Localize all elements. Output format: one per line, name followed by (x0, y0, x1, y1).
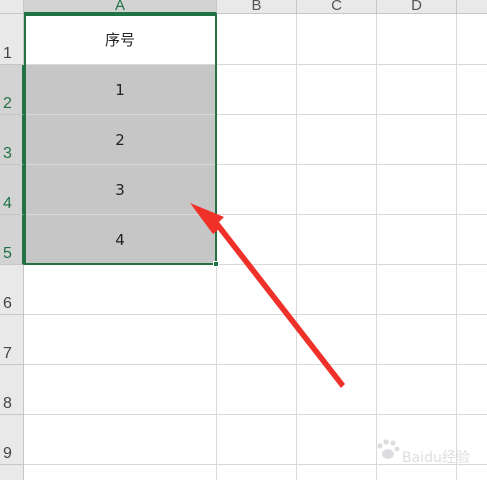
column-header-b[interactable]: B (217, 0, 297, 14)
select-all-corner[interactable] (0, 0, 24, 14)
cell-a10[interactable] (24, 465, 217, 480)
row-header-1[interactable]: 1 (0, 14, 24, 65)
row-header-4-label: 4 (3, 195, 12, 212)
cell-e5[interactable] (457, 215, 487, 265)
cell-c10[interactable] (297, 465, 377, 480)
row-header-7[interactable]: 7 (0, 315, 24, 365)
spreadsheet-grid: A B C D 1 2 3 4 5 6 7 8 9 序号 1 2 3 4 Bai… (0, 0, 487, 480)
column-header-c[interactable]: C (297, 0, 377, 14)
cell-a1[interactable]: 序号 (24, 14, 217, 65)
row-header-2-label: 2 (3, 95, 12, 112)
cell-a6[interactable] (24, 265, 217, 315)
cell-c6[interactable] (297, 265, 377, 315)
cell-c5[interactable] (297, 215, 377, 265)
row-header-4[interactable]: 4 (0, 165, 24, 215)
watermark-text: Baidu经验 (402, 450, 470, 466)
cell-d4[interactable] (377, 165, 457, 215)
cell-e8[interactable] (457, 365, 487, 415)
cell-d8[interactable] (377, 365, 457, 415)
row-header-2[interactable]: 2 (0, 65, 24, 115)
cell-a4[interactable]: 3 (24, 165, 217, 215)
row-header-3[interactable]: 3 (0, 115, 24, 165)
cell-c9[interactable] (297, 415, 377, 465)
cell-e7[interactable] (457, 315, 487, 365)
cell-b8[interactable] (217, 365, 297, 415)
cell-a7[interactable] (24, 315, 217, 365)
cell-e4[interactable] (457, 165, 487, 215)
cell-c8[interactable] (297, 365, 377, 415)
row-header-9-label: 9 (3, 445, 12, 462)
column-header-d[interactable]: D (377, 0, 457, 14)
cell-d2[interactable] (377, 65, 457, 115)
cell-b2[interactable] (217, 65, 297, 115)
fill-handle[interactable] (213, 261, 219, 267)
row-header-6-label: 6 (3, 295, 12, 312)
baidu-paw-icon: Baidu经验 (377, 439, 470, 466)
cell-b7[interactable] (217, 315, 297, 365)
cell-b4[interactable] (217, 165, 297, 215)
cell-b3[interactable] (217, 115, 297, 165)
cell-d5[interactable] (377, 215, 457, 265)
row-header-5[interactable]: 5 (0, 215, 24, 265)
cell-e6[interactable] (457, 265, 487, 315)
cell-b9[interactable] (217, 415, 297, 465)
row-header-8[interactable]: 8 (0, 365, 24, 415)
row-header-10[interactable] (0, 465, 24, 480)
row-header-7-label: 7 (3, 345, 12, 362)
cell-c3[interactable] (297, 115, 377, 165)
column-header-e[interactable] (457, 0, 487, 14)
cell-d6[interactable] (377, 265, 457, 315)
cell-d7[interactable] (377, 315, 457, 365)
row-header-6[interactable]: 6 (0, 265, 24, 315)
cell-c2[interactable] (297, 65, 377, 115)
cell-a2[interactable]: 1 (24, 65, 217, 115)
cell-c4[interactable] (297, 165, 377, 215)
cell-e1[interactable] (457, 14, 487, 65)
cell-b1[interactable] (217, 14, 297, 65)
cell-a5[interactable]: 4 (24, 215, 217, 265)
row-header-1-label: 1 (3, 45, 12, 62)
row-header-9[interactable]: 9 (0, 415, 24, 465)
cell-a8[interactable] (24, 365, 217, 415)
cell-c7[interactable] (297, 315, 377, 365)
cell-e2[interactable] (457, 65, 487, 115)
cell-d3[interactable] (377, 115, 457, 165)
cell-b6[interactable] (217, 265, 297, 315)
cell-c1[interactable] (297, 14, 377, 65)
row-header-5-label: 5 (3, 245, 12, 262)
cell-b5[interactable] (217, 215, 297, 265)
cell-b10[interactable] (217, 465, 297, 480)
column-header-a[interactable]: A (24, 0, 217, 14)
row-header-3-label: 3 (3, 145, 12, 162)
cell-a9[interactable] (24, 415, 217, 465)
cell-d1[interactable] (377, 14, 457, 65)
cell-a3[interactable]: 2 (24, 115, 217, 165)
cell-e3[interactable] (457, 115, 487, 165)
row-header-8-label: 8 (3, 395, 12, 412)
